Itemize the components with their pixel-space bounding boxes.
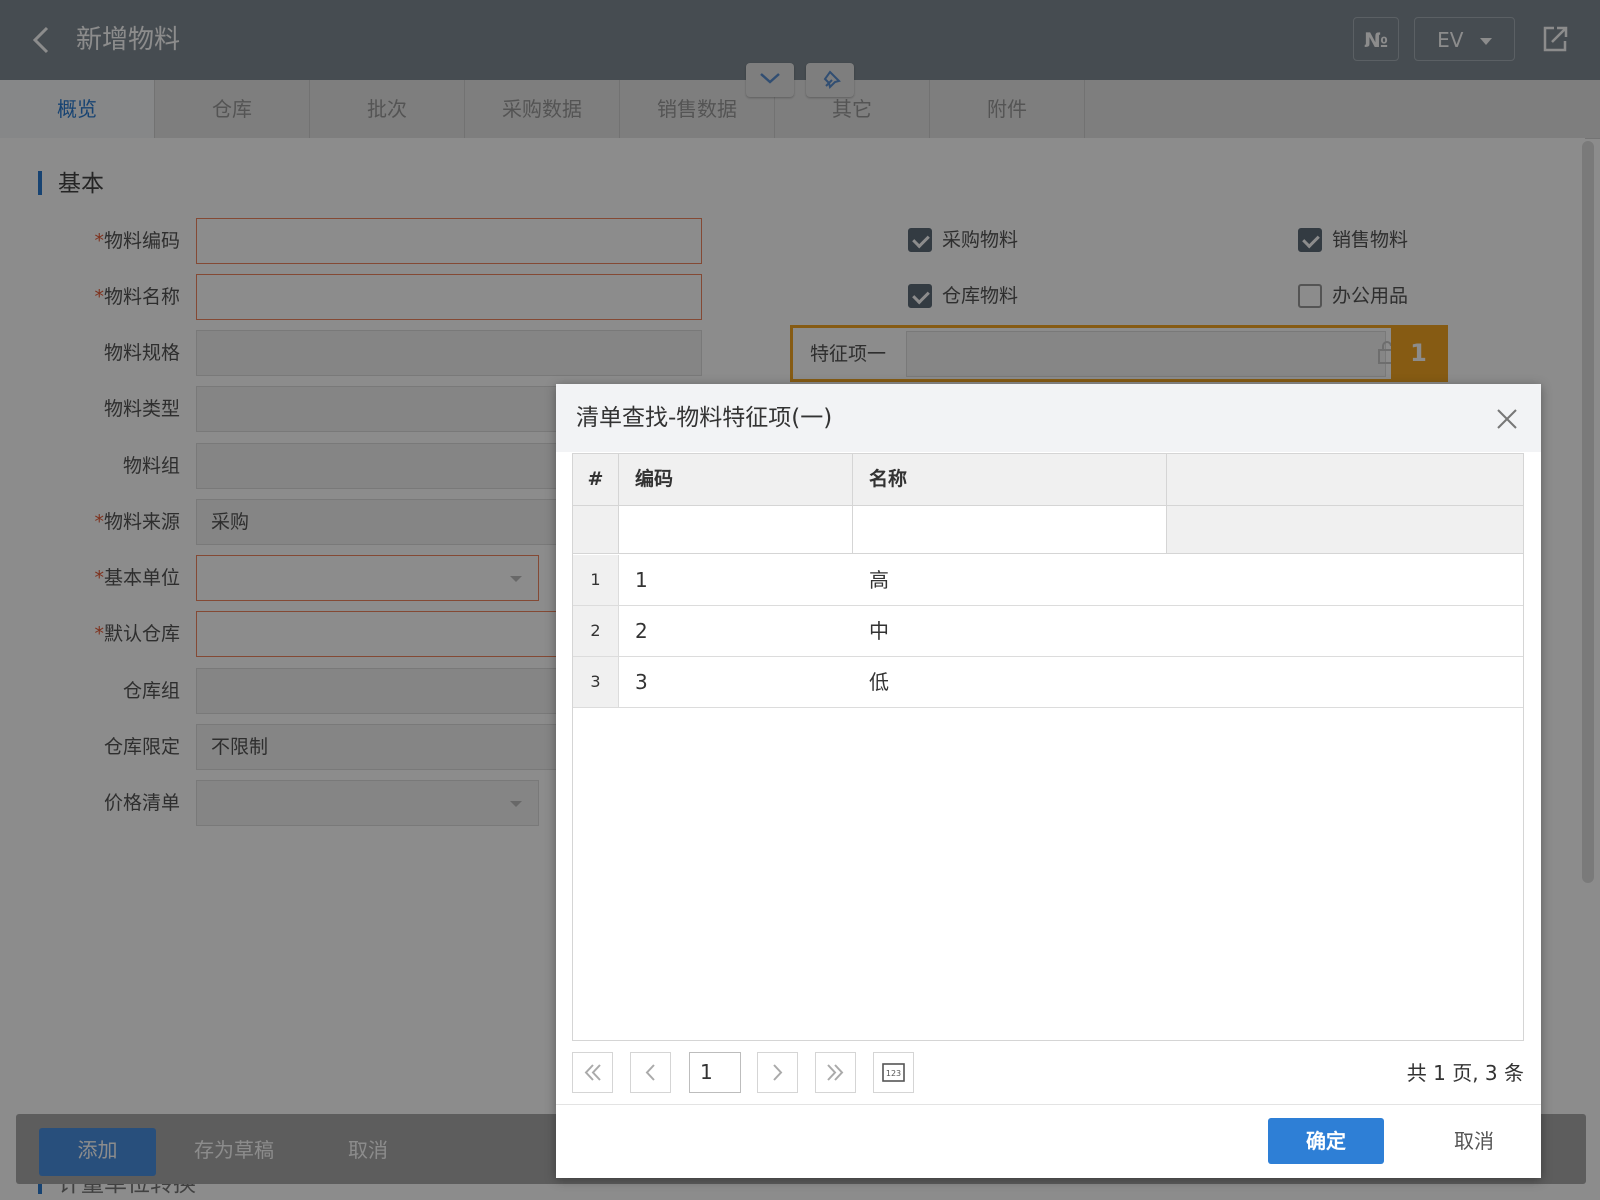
chevron-left-icon (645, 1064, 655, 1081)
dialog-divider (556, 1104, 1541, 1105)
filter-name-input[interactable] (853, 506, 1167, 554)
row-index: 1 (573, 555, 619, 605)
filter-code-input[interactable] (619, 506, 853, 554)
row-name: 低 (869, 670, 889, 694)
column-header-empty (1167, 454, 1523, 506)
row-index: 2 (573, 606, 619, 656)
filter-cell-index (573, 506, 619, 554)
chevron-right-icon (773, 1064, 783, 1081)
row-name: 高 (869, 568, 889, 592)
page-number-input[interactable]: 1 (689, 1052, 741, 1093)
column-header-code[interactable]: 编码 (619, 454, 853, 506)
confirm-button[interactable]: 确定 (1268, 1118, 1384, 1164)
last-page-button[interactable] (815, 1052, 856, 1093)
row-code: 3 (635, 670, 648, 694)
page-size-button[interactable]: 123 (873, 1052, 914, 1093)
double-chevron-left-icon (584, 1064, 601, 1081)
prev-page-button[interactable] (630, 1052, 671, 1093)
row-index: 3 (573, 657, 619, 707)
column-header-index: # (573, 454, 619, 506)
dialog-cancel-button[interactable]: 取消 (1434, 1118, 1514, 1164)
dialog-title: 清单查找-物料特征项(一) (576, 405, 833, 431)
svg-text:123: 123 (886, 1069, 901, 1078)
pagination-info: 共 1 页, 3 条 (1406, 1061, 1524, 1085)
filter-cell-empty (1167, 506, 1523, 554)
numeric-icon: 123 (882, 1063, 905, 1082)
table-row[interactable]: 2 2 中 (573, 606, 1523, 657)
column-header-name[interactable]: 名称 (853, 454, 1167, 506)
row-code: 1 (635, 568, 648, 592)
close-icon[interactable] (1492, 404, 1522, 434)
double-chevron-right-icon (827, 1064, 844, 1081)
table-row[interactable]: 3 3 低 (573, 657, 1523, 708)
row-name: 中 (869, 619, 889, 643)
row-code: 2 (635, 619, 648, 643)
first-page-button[interactable] (572, 1052, 613, 1093)
next-page-button[interactable] (757, 1052, 798, 1093)
table-row[interactable]: 1 1 高 (573, 555, 1523, 606)
